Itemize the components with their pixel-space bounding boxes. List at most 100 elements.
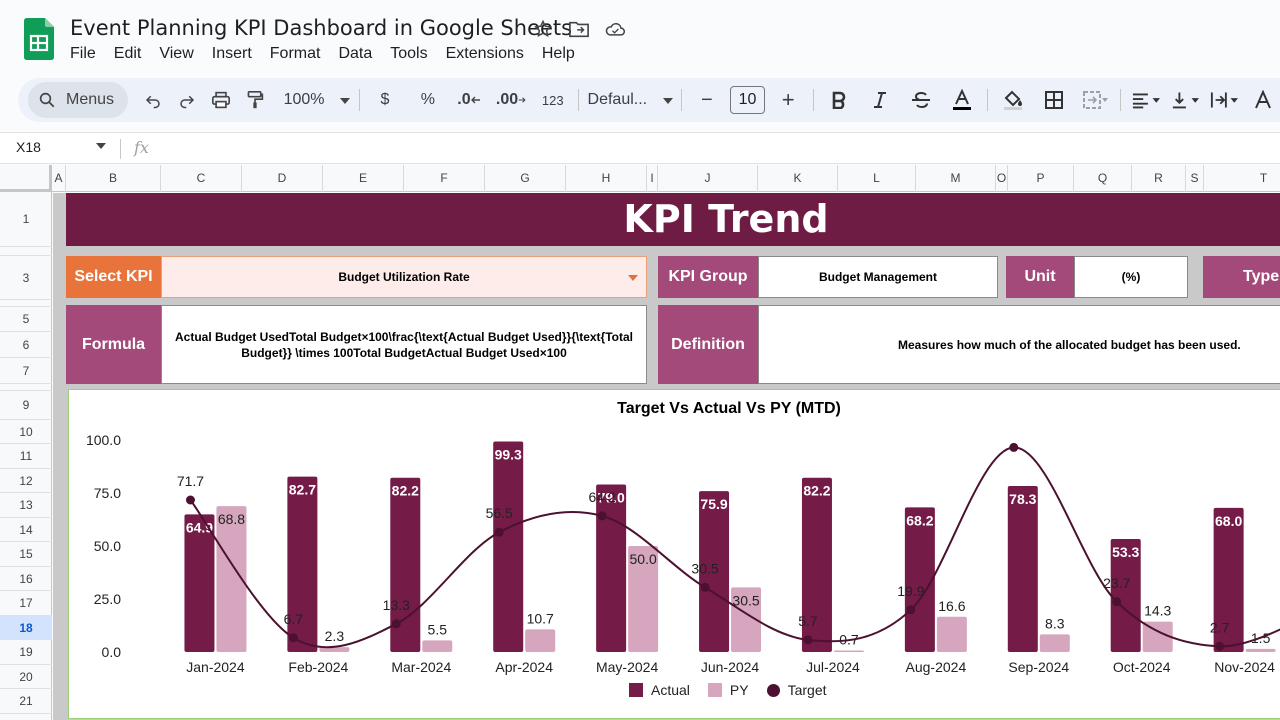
row-header-16[interactable]: 16 bbox=[0, 567, 52, 591]
column-header-o[interactable]: O bbox=[996, 165, 1008, 192]
menus-search[interactable]: Menus bbox=[28, 82, 129, 118]
row-header-9[interactable]: 9 bbox=[0, 391, 52, 420]
row-header-3[interactable]: 3 bbox=[0, 256, 52, 300]
name-box[interactable]: X18 bbox=[16, 139, 41, 155]
menu-extensions[interactable]: Extensions bbox=[446, 45, 532, 63]
select-kpi-dropdown[interactable]: Budget Utilization Rate bbox=[161, 256, 647, 298]
document-title[interactable]: Event Planning KPI Dashboard in Google S… bbox=[70, 16, 572, 40]
more-formats-button[interactable]: 123 bbox=[539, 85, 567, 115]
zoom-select[interactable]: 100% bbox=[284, 85, 351, 115]
row-header-13[interactable]: 13 bbox=[0, 493, 52, 518]
py-bar bbox=[422, 640, 453, 652]
row-header-2[interactable] bbox=[0, 247, 52, 256]
italic-icon[interactable] bbox=[866, 85, 894, 115]
legend-item-py[interactable]: PY bbox=[707, 682, 749, 698]
sheet-grid[interactable]: KPI Trend Select KPI Budget Utilization … bbox=[53, 193, 1280, 720]
column-header-m[interactable]: M bbox=[916, 165, 996, 192]
column-header-j[interactable]: J bbox=[658, 165, 758, 192]
legend-item-target[interactable]: Target bbox=[766, 682, 827, 698]
fx-icon[interactable]: fx bbox=[134, 138, 149, 157]
increase-font-size-button[interactable]: + bbox=[774, 85, 802, 115]
column-header-i[interactable]: I bbox=[647, 165, 658, 192]
strikethrough-icon[interactable] bbox=[907, 85, 935, 115]
column-header-p[interactable]: P bbox=[1008, 165, 1074, 192]
horizontal-align-icon[interactable] bbox=[1132, 85, 1160, 115]
target-point bbox=[185, 495, 195, 505]
row-header-5[interactable]: 5 bbox=[0, 307, 52, 332]
decrease-decimal-button[interactable]: .0 bbox=[455, 85, 483, 115]
column-header-s[interactable]: S bbox=[1186, 165, 1204, 192]
row-header-19[interactable]: 19 bbox=[0, 640, 52, 665]
menu-data[interactable]: Data bbox=[338, 45, 380, 63]
select-all-corner[interactable] bbox=[0, 165, 52, 192]
menu-view[interactable]: View bbox=[159, 45, 201, 63]
unit-label: Unit bbox=[1006, 256, 1074, 298]
row-header-20[interactable]: 20 bbox=[0, 665, 52, 689]
column-header-t[interactable]: T bbox=[1204, 165, 1280, 192]
py-bar bbox=[936, 616, 967, 652]
increase-decimal-button[interactable]: .00 bbox=[496, 85, 526, 115]
text-wrapping-icon[interactable] bbox=[1210, 85, 1238, 115]
google-sheets-logo-icon[interactable] bbox=[24, 18, 54, 60]
column-header-f[interactable]: F bbox=[404, 165, 485, 192]
vertical-align-icon[interactable] bbox=[1171, 85, 1199, 115]
column-header-q[interactable]: Q bbox=[1074, 165, 1132, 192]
dropdown-caret-icon[interactable] bbox=[628, 275, 638, 281]
row-header-14[interactable]: 14 bbox=[0, 518, 52, 542]
row-header-8[interactable] bbox=[0, 384, 52, 391]
chevron-down-icon[interactable] bbox=[96, 141, 106, 152]
column-header-h[interactable]: H bbox=[566, 165, 647, 192]
row-header-21[interactable]: 21 bbox=[0, 689, 52, 714]
actual-bar bbox=[493, 441, 524, 652]
column-header-d[interactable]: D bbox=[242, 165, 323, 192]
fill-color-icon[interactable] bbox=[999, 85, 1027, 115]
bold-icon[interactable] bbox=[825, 85, 853, 115]
row-header-7[interactable]: 7 bbox=[0, 358, 52, 384]
borders-icon[interactable] bbox=[1040, 85, 1068, 115]
row-header-1[interactable]: 1 bbox=[0, 192, 52, 247]
redo-icon[interactable] bbox=[173, 85, 201, 115]
font-select[interactable]: Defaul... bbox=[588, 85, 674, 115]
menu-tools[interactable]: Tools bbox=[390, 45, 435, 63]
menu-format[interactable]: Format bbox=[270, 45, 329, 63]
column-header-e[interactable]: E bbox=[323, 165, 404, 192]
undo-icon[interactable] bbox=[139, 85, 167, 115]
column-header-k[interactable]: K bbox=[758, 165, 838, 192]
x-tick-label: Jul-2024 bbox=[806, 659, 860, 675]
column-header-l[interactable]: L bbox=[838, 165, 916, 192]
legend-item-actual[interactable]: Actual bbox=[629, 682, 690, 698]
move-folder-icon[interactable] bbox=[568, 18, 590, 40]
row-header-6[interactable]: 6 bbox=[0, 332, 52, 358]
row-header-11[interactable]: 11 bbox=[0, 444, 52, 469]
percent-format-button[interactable]: % bbox=[414, 85, 442, 115]
text-rotation-icon[interactable] bbox=[1249, 85, 1277, 115]
cloud-saved-icon[interactable] bbox=[604, 18, 626, 40]
merge-cells-icon[interactable] bbox=[1081, 85, 1109, 115]
py-bar-label: 16.6 bbox=[938, 598, 965, 614]
menu-help[interactable]: Help bbox=[542, 45, 583, 63]
column-header-c[interactable]: C bbox=[161, 165, 242, 192]
column-header-g[interactable]: G bbox=[485, 165, 566, 192]
kpi-trend-chart[interactable]: Target Vs Actual Vs PY (MTD) 100.0 75.0 50… bbox=[68, 389, 1280, 719]
star-icon[interactable] bbox=[532, 18, 554, 40]
x-tick-label: May-2024 bbox=[596, 659, 658, 675]
column-header-a[interactable]: A bbox=[52, 165, 66, 192]
currency-format-button[interactable]: $ bbox=[371, 85, 399, 115]
decrease-font-size-button[interactable]: − bbox=[693, 85, 721, 115]
menu-file[interactable]: File bbox=[70, 45, 104, 63]
menu-insert[interactable]: Insert bbox=[212, 45, 260, 63]
row-header-15[interactable]: 15 bbox=[0, 542, 52, 567]
row-header-17[interactable]: 17 bbox=[0, 591, 52, 616]
text-color-icon[interactable] bbox=[948, 85, 976, 115]
column-header-b[interactable]: B bbox=[66, 165, 161, 192]
row-header-4[interactable] bbox=[0, 300, 52, 307]
row-header-18[interactable]: 18 bbox=[0, 616, 52, 640]
row-header-10[interactable]: 10 bbox=[0, 420, 52, 444]
column-header-r[interactable]: R bbox=[1132, 165, 1186, 192]
toolbar-divider bbox=[577, 89, 579, 111]
font-size-input[interactable]: 10 bbox=[729, 86, 766, 114]
paint-format-icon[interactable] bbox=[241, 85, 269, 115]
row-header-12[interactable]: 12 bbox=[0, 469, 52, 493]
menu-edit[interactable]: Edit bbox=[114, 45, 150, 63]
print-icon[interactable] bbox=[207, 85, 235, 115]
